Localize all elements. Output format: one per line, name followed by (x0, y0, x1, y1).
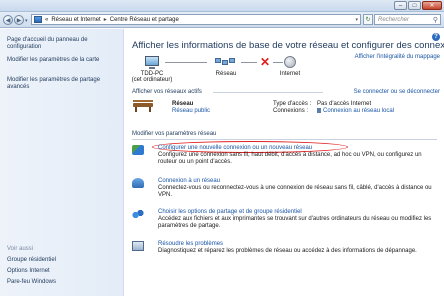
title-bar: – □ ✕ (0, 0, 444, 12)
connect-network-icon (132, 178, 144, 188)
network-icon (215, 58, 235, 66)
network-label: Réseau (215, 71, 237, 77)
search-input[interactable]: Rechercher ⚲ (374, 14, 441, 25)
recent-pages-menu-icon[interactable]: ▾ (25, 18, 28, 24)
connection-line (241, 62, 257, 63)
close-button[interactable]: ✕ (422, 1, 442, 10)
sidebar-item-advanced-sharing-settings[interactable]: Modifier les paramètres de partage avanc… (7, 77, 119, 91)
breadcrumb-separator-icon[interactable]: ▸ (104, 16, 107, 23)
refresh-button[interactable]: ↻ (363, 14, 373, 25)
sidebar-item-change-adapter-settings[interactable]: Modifier les paramètres de la carte (7, 57, 119, 64)
troubleshoot-link[interactable]: Résoudre les problèmes (158, 241, 223, 247)
connections-label: Connexions : (273, 108, 309, 114)
minimize-button[interactable]: – (394, 1, 407, 10)
breadcrumb-network-sharing-center[interactable]: Centre Réseau et partage (110, 17, 179, 23)
maximize-button[interactable]: □ (408, 1, 421, 10)
setup-connection-icon (132, 145, 144, 155)
sidebar: Page d'accueil du panneau de configurati… (0, 29, 124, 296)
address-field[interactable]: « Réseau et Internet ▸ Centre Réseau et … (31, 14, 361, 25)
internet-globe-icon (284, 56, 296, 68)
active-networks-label: Afficher vos réseaux actifs (132, 89, 202, 95)
network-map: ✕ TDD-PC (cet ordinateur) Réseau Interne… (132, 55, 315, 86)
task-description: Accédez aux fichiers et aux imprimantes … (158, 216, 432, 229)
back-button[interactable]: ◀ (3, 15, 13, 25)
internet-label: Internet (279, 71, 301, 77)
sidebar-item-homegroup[interactable]: Groupe résidentiel (7, 257, 119, 264)
network-location-link[interactable]: Réseau public (172, 108, 210, 114)
sharing-options-link[interactable]: Choisir les options de partage et de gro… (158, 209, 302, 215)
troubleshoot-icon (132, 241, 144, 251)
task-connect-network: Connexion à un réseau Connectez-vous ou … (132, 178, 440, 206)
forward-button[interactable]: ▶ (14, 15, 24, 25)
main-content: ? Afficher les informations de base de v… (125, 29, 444, 296)
task-sharing-options: Choisir les options de partage et de gro… (132, 209, 440, 237)
task-troubleshoot: Résoudre les problèmes Diagnostiquez et … (132, 241, 440, 265)
connect-disconnect-link[interactable]: Se connecter ou se déconnecter (354, 89, 440, 95)
broken-connection-icon: ✕ (259, 55, 271, 69)
page-title: Afficher les informations de base de vot… (132, 40, 444, 51)
connect-network-link[interactable]: Connexion à un réseau (158, 178, 220, 184)
active-network-name: Réseau (172, 101, 194, 107)
task-description: Configurez une connexion sans fil, haut … (158, 152, 422, 165)
computer-icon (145, 56, 159, 66)
homegroup-sharing-icon (132, 209, 144, 219)
search-icon[interactable]: ⚲ (433, 16, 438, 24)
public-network-icon (133, 100, 153, 112)
access-type-value: Pas d'accès Internet (317, 101, 372, 107)
wired-connection-icon (317, 108, 321, 113)
breadcrumb-overflow[interactable]: « (45, 17, 48, 23)
search-placeholder: Rechercher (378, 16, 410, 23)
address-bar: ◀ ▶ ▾ « Réseau et Internet ▸ Centre Rése… (0, 12, 444, 28)
local-area-connection-label[interactable]: Connexion au réseau local (323, 108, 394, 114)
view-full-map-link[interactable]: Afficher l'intégralité du mappage (355, 54, 440, 60)
task-setup-connection: Configurer une nouvelle connexion ou un … (132, 141, 440, 175)
task-description: Connectez-vous ou reconnectez-vous à une… (158, 185, 432, 198)
window-controls: – □ ✕ (394, 1, 442, 10)
address-dropdown-icon[interactable]: ▾ (355, 17, 358, 23)
computer-stand (149, 67, 155, 69)
sidebar-item-control-panel-home[interactable]: Page d'accueil du panneau de configurati… (7, 37, 119, 51)
setup-connection-link[interactable]: Configurer une nouvelle connexion ou un … (158, 145, 312, 151)
sidebar-item-internet-options[interactable]: Options Internet (7, 268, 119, 275)
sidebar-item-windows-firewall[interactable]: Pare-feu Windows (7, 279, 119, 286)
control-panel-icon (34, 16, 42, 23)
divider (132, 139, 437, 140)
pc-caption: (cet ordinateur) (131, 77, 173, 83)
connection-line (273, 62, 283, 63)
modify-settings-label: Modifier vos paramètres réseau (132, 131, 217, 137)
divider (213, 92, 323, 93)
task-description: Diagnostiquez et réparez les problèmes d… (158, 248, 417, 254)
access-type-label: Type d'accès : (273, 101, 312, 107)
connection-line (165, 62, 207, 63)
breadcrumb-network-internet[interactable]: Réseau et Internet (51, 17, 100, 23)
local-area-connection-link[interactable]: Connexion au réseau local (317, 108, 394, 114)
see-also-heading: Voir aussi (7, 246, 34, 252)
